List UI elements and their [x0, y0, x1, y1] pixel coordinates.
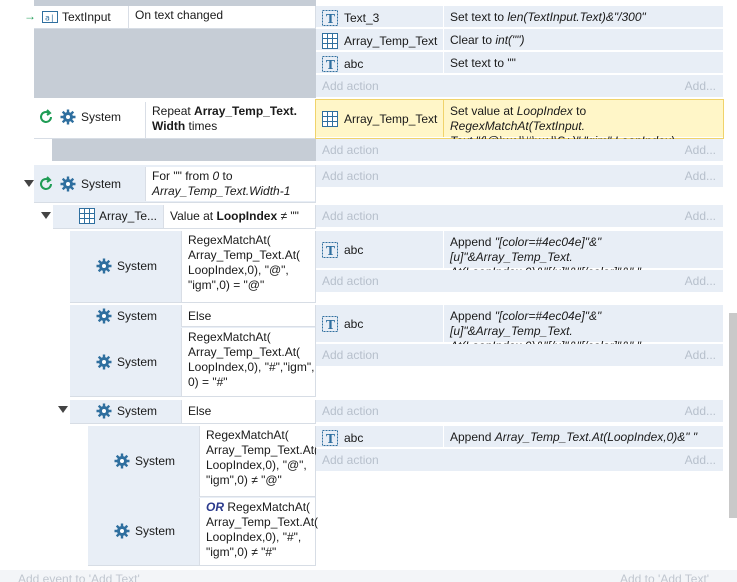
e5-action-1[interactable]: Tabc Append "[color=#4ec04e]"&"[u]"&Arra…: [316, 231, 723, 279]
event1-condition-text: On text changed: [128, 6, 223, 28]
e1-action-2[interactable]: Array_Temp_Text Clear to int(""): [316, 29, 723, 51]
text-icon: T: [322, 242, 338, 258]
event8-condition2-text: OR RegexMatchAt( Array_Temp_Text.At( Loo…: [199, 498, 318, 565]
event1-object: TextInput: [62, 10, 111, 24]
e1-add-action[interactable]: Add action Add...: [316, 75, 723, 97]
e2-add-action[interactable]: Add action Add...: [316, 139, 723, 161]
event7-condition-text: Else: [181, 400, 315, 423]
array-icon: [322, 33, 338, 49]
e2-action-1[interactable]: Array_Temp_Text Set value at LoopIndex t…: [315, 99, 724, 148]
event1-condition[interactable]: → a| TextInput On text changed: [24, 6, 316, 29]
event2-condition[interactable]: System Repeat Array_Temp_Text. Width tim…: [34, 99, 316, 139]
gear-icon: [60, 109, 76, 125]
e8-add-action[interactable]: Add action Add...: [316, 449, 723, 471]
e3-add-action[interactable]: Add action Add...: [316, 165, 723, 187]
loop-icon: [40, 176, 52, 190]
gear-icon: [96, 354, 112, 370]
loop-icon: [40, 109, 52, 123]
gear-icon: [60, 176, 76, 192]
text-icon: T: [322, 56, 338, 72]
text-icon: T: [322, 430, 338, 446]
event4-condition-text: Value at LoopIndex ≠ "": [163, 205, 315, 228]
event8-condition[interactable]: System RegexMatchAt( Array_Temp_Text.At(…: [88, 426, 318, 566]
event5-condition[interactable]: System RegexMatchAt( Array_Temp_Text.At(…: [70, 231, 316, 303]
array-icon: [79, 208, 95, 224]
e8-action-1[interactable]: Tabc Append Array_Temp_Text.At(LoopIndex…: [316, 426, 723, 448]
event5-condition-text: RegexMatchAt( Array_Temp_Text.At( LoopIn…: [181, 231, 315, 302]
bottom-add-event[interactable]: Add event to 'Add Text' Add to 'Add Text…: [0, 570, 737, 582]
e7-add-action[interactable]: Add action Add...: [316, 400, 723, 422]
arrow-icon: →: [24, 9, 36, 23]
e5-add-action[interactable]: Add action Add...: [316, 270, 723, 292]
svg-text:T: T: [326, 432, 335, 446]
collapse-toggle[interactable]: [24, 180, 34, 187]
scrollbar[interactable]: [729, 313, 737, 518]
gear-icon: [96, 403, 112, 419]
event7-condition[interactable]: System Else: [70, 400, 316, 424]
text-icon: T: [322, 316, 338, 332]
collapse-toggle[interactable]: [58, 406, 68, 413]
event4-condition[interactable]: Array_Te... Value at LoopIndex ≠ "": [53, 205, 316, 229]
e1-action-3[interactable]: Tabc Set text to "": [316, 52, 723, 74]
e1-action-1[interactable]: T Text_3 Set text to len(TextInput.Text)&…: [316, 6, 723, 28]
event6-condition-text: RegexMatchAt( Array_Temp_Text.At( LoopIn…: [181, 328, 315, 396]
event8-condition-text: RegexMatchAt( Array_Temp_Text.At( LoopIn…: [199, 426, 318, 497]
gear-icon: [114, 523, 130, 539]
event3-condition-text: For "" from 0 to Array_Temp_Text.Width-1: [145, 167, 315, 201]
text-icon: T: [322, 10, 338, 26]
gear-icon: [96, 308, 112, 324]
event3-condition[interactable]: System For "" from 0 to Array_Temp_Text.W…: [34, 165, 316, 203]
svg-text:T: T: [326, 58, 335, 72]
event2-gutter-left: [34, 139, 52, 161]
collapse-toggle[interactable]: [41, 212, 51, 219]
svg-text:a|: a|: [45, 14, 55, 23]
e6-add-action[interactable]: Add action Add...: [316, 344, 723, 366]
gear-icon: [96, 258, 112, 274]
event6-else-text: Else: [181, 305, 315, 327]
e4-add-action[interactable]: Add action Add...: [316, 205, 723, 227]
e6-action-1[interactable]: Tabc Append "[color=#4ec04e]"&"[u]"&Arra…: [316, 305, 723, 353]
gear-icon: [114, 453, 130, 469]
event2-condition-text: Repeat Array_Temp_Text. Width times: [145, 102, 315, 138]
svg-text:T: T: [326, 318, 335, 332]
text-input-icon: a|: [42, 11, 58, 23]
array-icon: [322, 111, 338, 127]
svg-text:T: T: [326, 12, 335, 26]
event6-condition[interactable]: System Else System RegexMatchAt( Array_T…: [70, 305, 316, 397]
svg-text:T: T: [326, 244, 335, 258]
